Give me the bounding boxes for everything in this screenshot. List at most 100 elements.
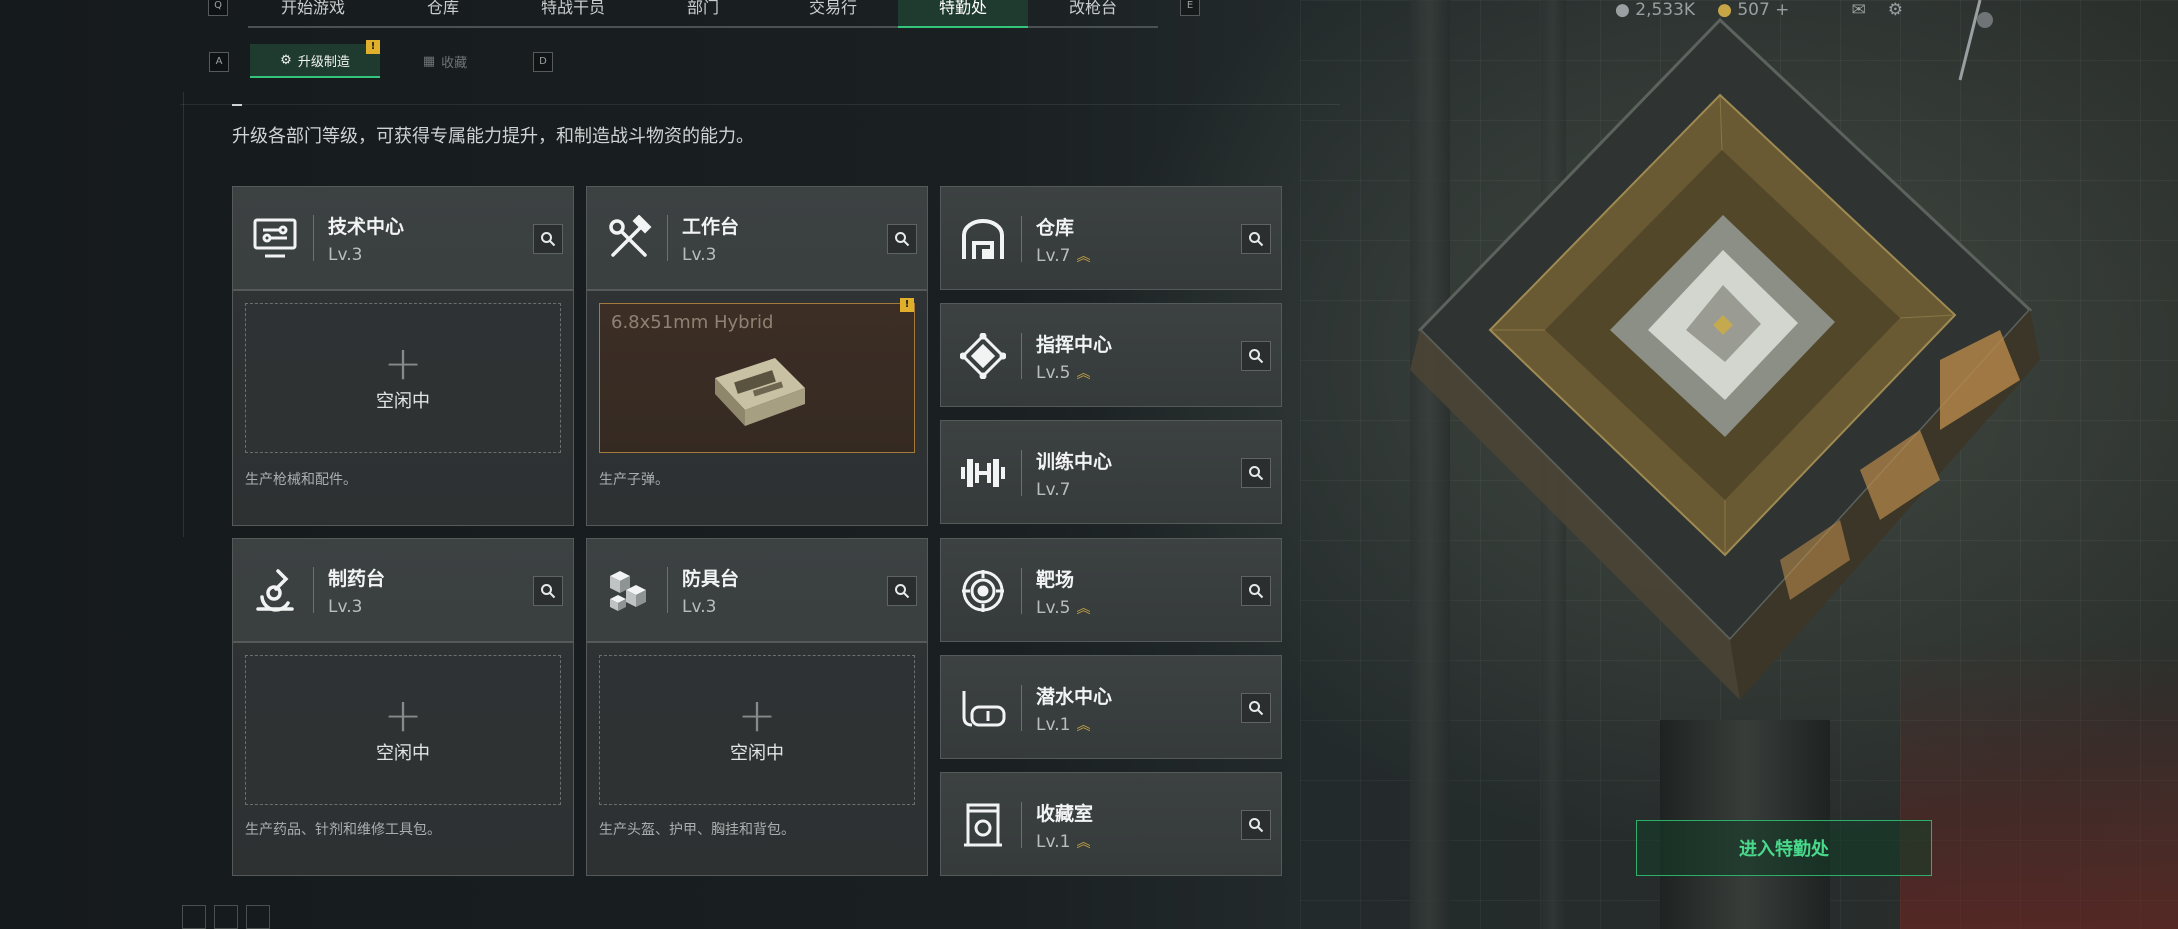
collection-icon: ▦ xyxy=(422,53,436,69)
settings-gear-icon[interactable]: ⚙ xyxy=(1888,0,1903,20)
upgrade-available-icon: ︽ xyxy=(1076,717,1090,734)
card-body: + 空闲中 生产头盔、护甲、胸挂和背包。 xyxy=(587,643,927,875)
facility-card-warehouse[interactable]: 仓库 Lv.7 ︽ xyxy=(940,186,1282,290)
nav-left-key-hint: Q xyxy=(208,0,228,16)
tab-warehouse[interactable]: 仓库 xyxy=(378,0,508,28)
facility-level: Lv.3 xyxy=(682,244,717,265)
card-separator xyxy=(1021,450,1022,496)
card-header: 工作台 Lv.3 xyxy=(587,187,927,291)
facility-name: 靶场 xyxy=(1036,568,1075,591)
facility-name: 指挥中心 xyxy=(1036,333,1113,356)
search-icon xyxy=(895,232,910,247)
search-icon xyxy=(1249,701,1264,716)
card-separator xyxy=(1021,568,1022,614)
facility-card-command-center[interactable]: 指挥中心 Lv.5 ︽ xyxy=(940,303,1282,407)
production-slot-idle[interactable]: + 空闲中 xyxy=(599,655,915,805)
facility-level: Lv.3 xyxy=(328,244,363,265)
subtab-upgrade-craft[interactable]: ⚙ 升级制造 ! xyxy=(250,40,380,78)
facility-level: Lv.3 xyxy=(682,596,717,617)
search-icon xyxy=(541,584,556,599)
facility-card-diving-center[interactable]: 潜水中心 Lv.1 ︽ xyxy=(940,655,1282,759)
facility-card-workbench[interactable]: 工作台 Lv.3 6.8x51mm Hybrid ! 生产子弹。 xyxy=(586,186,928,526)
search-icon xyxy=(1249,818,1264,833)
card-separator xyxy=(667,567,668,613)
inspect-search-button[interactable] xyxy=(1241,224,1271,254)
upgrade-available-icon: ︽ xyxy=(1076,600,1090,617)
subtab-collection[interactable]: ▦ 收藏 xyxy=(380,44,510,78)
top-status-bar: ● 2,533K ● 507 + ✉ ⚙ xyxy=(1615,0,1903,20)
facility-card-armor-bench[interactable]: 防具台 Lv.3 + 空闲中 生产头盔、护甲、胸挂和背包。 xyxy=(586,538,928,876)
tab-trade[interactable]: 交易行 xyxy=(768,0,898,28)
facility-card-pharmacy[interactable]: 制药台 Lv.3 + 空闲中 生产药品、针剂和维修工具包。 xyxy=(232,538,574,876)
inspect-search-button[interactable] xyxy=(1241,693,1271,723)
facility-level: Lv.5 ︽ xyxy=(1036,362,1090,383)
tab-start-game[interactable]: 开始游戏 xyxy=(248,0,378,28)
card-separator xyxy=(667,215,668,261)
production-slot-active[interactable]: 6.8x51mm Hybrid ! xyxy=(599,298,915,453)
command-center-icon xyxy=(953,333,1013,379)
upgrade-craft-icon: ⚙ xyxy=(280,52,292,68)
card-separator xyxy=(313,567,314,613)
search-icon xyxy=(1249,349,1264,364)
facility-name: 训练中心 xyxy=(1036,450,1113,473)
card-header: 仓库 Lv.7 ︽ xyxy=(941,187,1281,291)
facility-level: Lv.7 xyxy=(1036,479,1071,500)
special-ops-cube-scene xyxy=(1410,0,2040,700)
indicator-square xyxy=(246,905,270,929)
workbench-icon xyxy=(599,215,659,261)
card-header: 防具台 Lv.3 xyxy=(587,539,927,643)
inspect-search-button[interactable] xyxy=(533,576,563,606)
card-body: + 空闲中 生产药品、针剂和维修工具包。 xyxy=(233,643,573,875)
card-header: 技术中心 Lv.3 xyxy=(233,187,573,291)
tab-gunsmith[interactable]: 改枪台 xyxy=(1028,0,1158,28)
card-separator xyxy=(1021,333,1022,379)
collection-room-icon xyxy=(953,801,1013,849)
card-separator xyxy=(1021,216,1022,262)
indicator-square xyxy=(214,905,238,929)
frame-divider xyxy=(183,92,184,537)
facility-name: 收藏室 xyxy=(1036,802,1094,825)
production-slot-idle[interactable]: + 空闲中 xyxy=(245,303,561,453)
facility-card-training-center[interactable]: 训练中心 Lv.7 xyxy=(940,420,1282,524)
facility-card-collection-room[interactable]: 收藏室 Lv.1 ︽ xyxy=(940,772,1282,876)
inspect-search-button[interactable] xyxy=(1241,810,1271,840)
slot-status: 空闲中 xyxy=(376,391,430,412)
card-header: 靶场 Lv.5 ︽ xyxy=(941,539,1281,643)
inspect-search-button[interactable] xyxy=(1241,341,1271,371)
inspect-search-button[interactable] xyxy=(887,224,917,254)
facility-card-shooting-range[interactable]: 靶场 Lv.5 ︽ xyxy=(940,538,1282,642)
card-header: 收藏室 Lv.1 ︽ xyxy=(941,773,1281,877)
enter-special-ops-button[interactable]: 进入特勤处 xyxy=(1636,820,1932,876)
inspect-search-button[interactable] xyxy=(533,224,563,254)
currency-2[interactable]: ● 507 + xyxy=(1717,0,1789,20)
facility-note: 生产子弹。 xyxy=(599,472,669,488)
inspect-search-button[interactable] xyxy=(887,576,917,606)
description-marker xyxy=(232,104,242,106)
ammo-box-icon xyxy=(715,358,805,426)
alert-badge: ! xyxy=(900,298,914,312)
card-separator xyxy=(313,215,314,261)
card-separator xyxy=(1021,685,1022,731)
tab-special-ops[interactable]: 特勤处 xyxy=(898,0,1028,28)
card-header: 制药台 Lv.3 xyxy=(233,539,573,643)
inspect-search-button[interactable] xyxy=(1241,458,1271,488)
tech-center-icon xyxy=(245,216,305,260)
upgrade-available-icon: ︽ xyxy=(1076,834,1090,851)
tab-department[interactable]: 部门 xyxy=(638,0,768,28)
nav-right-key-hint: E xyxy=(1180,0,1200,16)
upgrade-available-icon: ︽ xyxy=(1076,365,1090,382)
facility-card-tech-center[interactable]: 技术中心 Lv.3 + 空闲中 生产枪械和配件。 xyxy=(232,186,574,526)
mail-icon[interactable]: ✉ xyxy=(1851,0,1865,20)
facility-note: 生产枪械和配件。 xyxy=(245,472,357,488)
upgrade-available-icon: ︽ xyxy=(1076,248,1090,265)
armor-bench-icon xyxy=(599,567,659,613)
facility-name: 技术中心 xyxy=(328,215,405,238)
card-header: 训练中心 Lv.7 xyxy=(941,421,1281,525)
facility-note: 生产药品、针剂和维修工具包。 xyxy=(245,822,441,838)
inspect-search-button[interactable] xyxy=(1241,576,1271,606)
facility-level: Lv.1 ︽ xyxy=(1036,714,1090,735)
production-slot-idle[interactable]: + 空闲中 xyxy=(245,655,561,805)
search-icon xyxy=(895,584,910,599)
tab-operators[interactable]: 特战干员 xyxy=(508,0,638,28)
card-header: 潜水中心 Lv.1 ︽ xyxy=(941,656,1281,760)
